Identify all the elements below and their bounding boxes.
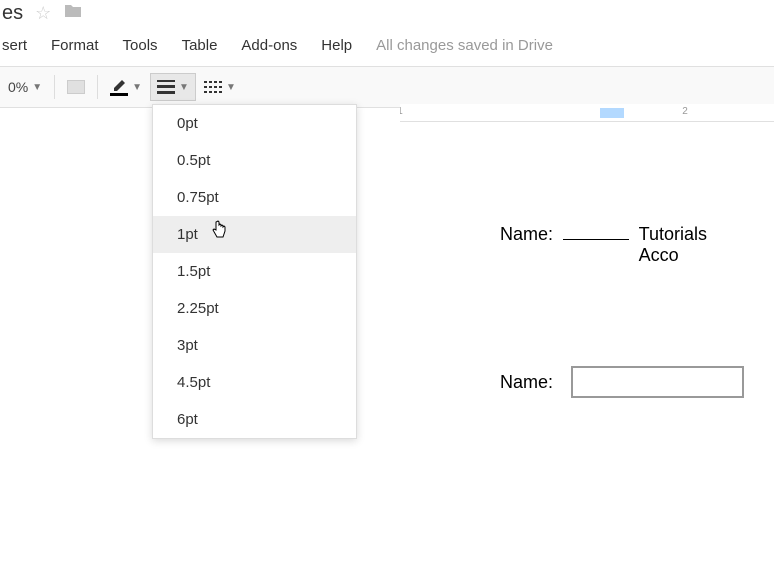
chevron-down-icon: ▼ <box>179 82 189 93</box>
zoom-dropdown[interactable]: 0% ▼ <box>0 73 50 101</box>
menu-help[interactable]: Help <box>309 33 364 58</box>
underline-blank <box>563 222 629 240</box>
ruler-mark: 1 <box>400 106 403 117</box>
pen-icon <box>110 79 128 96</box>
menu-addons[interactable]: Add-ons <box>229 33 309 58</box>
title-row: es ☆ <box>0 0 774 29</box>
field-label: Name: <box>500 224 553 245</box>
zoom-value: 0% <box>8 79 28 95</box>
chevron-down-icon: ▼ <box>132 82 142 93</box>
doc-title[interactable]: es <box>0 2 23 25</box>
menu-table[interactable]: Table <box>170 33 230 58</box>
chevron-down-icon: ▼ <box>32 82 42 93</box>
field-text: Tutorials Acco <box>639 224 744 266</box>
border-color-button[interactable]: ▼ <box>102 73 150 101</box>
star-icon[interactable]: ☆ <box>35 3 51 24</box>
border-width-button[interactable]: ▼ <box>150 73 196 101</box>
dropdown-option-0pt[interactable]: 0pt <box>153 105 356 142</box>
menu-insert[interactable]: sert <box>0 33 39 58</box>
dropdown-option-4_5pt[interactable]: 4.5pt <box>153 364 356 401</box>
dropdown-option-2_25pt[interactable]: 2.25pt <box>153 290 356 327</box>
toolbar: 0% ▼ ▼ ▼ ▼ <box>0 67 774 108</box>
fill-swatch-icon <box>67 80 85 94</box>
fill-color-button[interactable] <box>59 73 93 101</box>
border-width-dropdown: 0pt 0.5pt 0.75pt 1pt 1.5pt 2.25pt 3pt 4.… <box>152 104 357 439</box>
doc-line-1: Name: Tutorials Acco <box>500 222 744 266</box>
line-dash-icon <box>204 81 222 93</box>
dropdown-option-1pt[interactable]: 1pt <box>153 216 356 253</box>
field-label: Name: <box>500 372 553 393</box>
save-status: All changes saved in Drive <box>364 37 553 54</box>
chevron-down-icon: ▼ <box>226 82 236 93</box>
border-dash-button[interactable]: ▼ <box>196 73 244 101</box>
toolbar-separator <box>97 75 98 99</box>
doc-line-2: Name: <box>500 366 744 398</box>
dropdown-option-3pt[interactable]: 3pt <box>153 327 356 364</box>
dropdown-option-1_5pt[interactable]: 1.5pt <box>153 253 356 290</box>
toolbar-separator <box>54 75 55 99</box>
folder-icon[interactable] <box>63 3 83 24</box>
line-weight-icon <box>157 80 175 94</box>
menu-bar: sert Format Tools Table Add-ons Help All… <box>0 29 774 67</box>
dropdown-option-0_75pt[interactable]: 0.75pt <box>153 179 356 216</box>
document-canvas[interactable]: Name: Tutorials Acco Name: <box>400 122 774 579</box>
table-cell-input[interactable] <box>571 366 744 398</box>
ruler-mark: 2 <box>682 106 688 117</box>
cursor-icon <box>210 220 228 245</box>
menu-tools[interactable]: Tools <box>111 33 170 58</box>
dropdown-option-0_5pt[interactable]: 0.5pt <box>153 142 356 179</box>
menu-format[interactable]: Format <box>39 33 111 58</box>
dropdown-option-6pt[interactable]: 6pt <box>153 401 356 438</box>
ruler[interactable]: 1 2 <box>400 104 774 122</box>
